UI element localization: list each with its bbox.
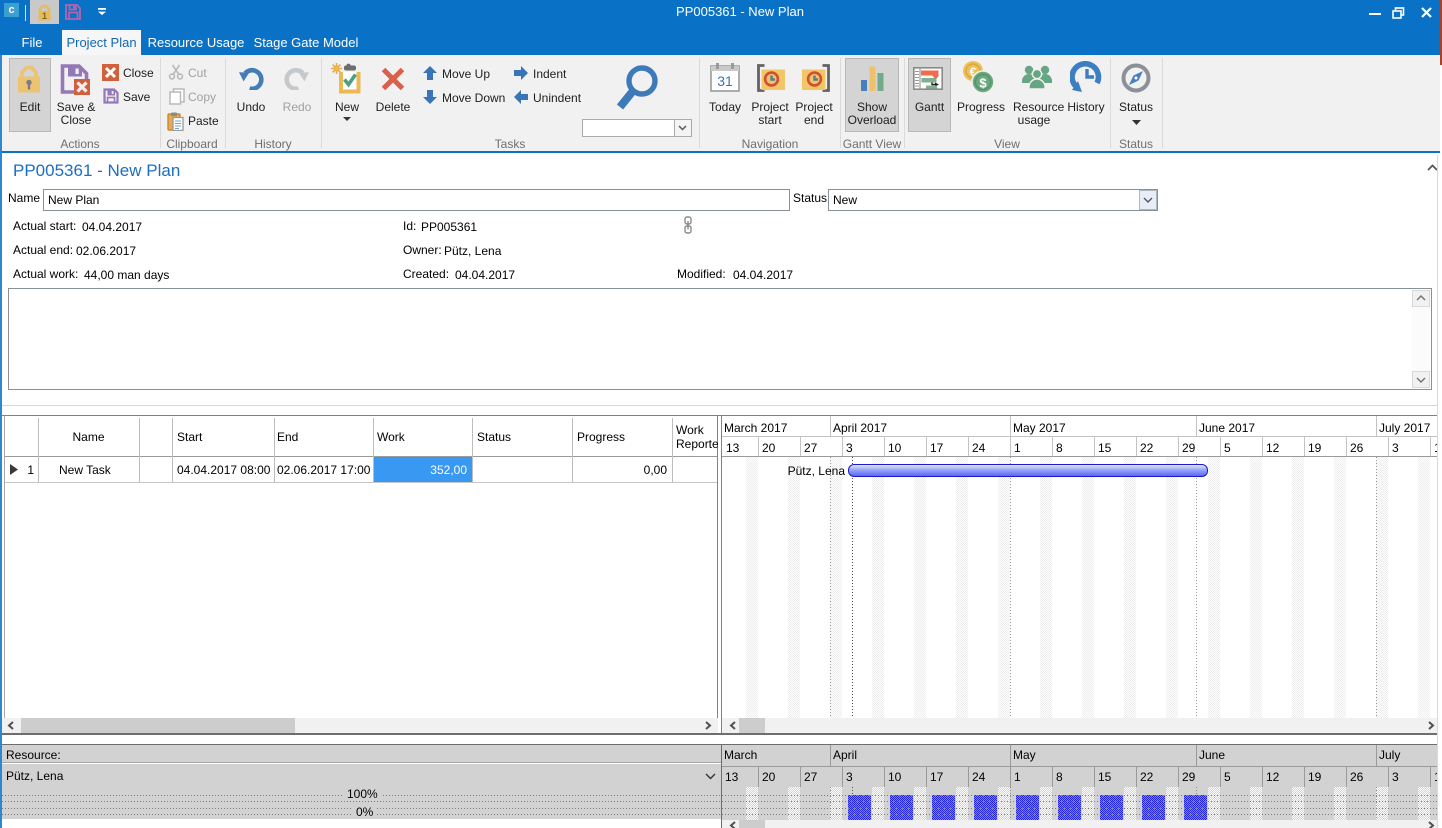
svg-text:1: 1 <box>42 11 47 21</box>
svg-text:31: 31 <box>717 73 733 89</box>
svg-text:$: $ <box>979 76 987 91</box>
